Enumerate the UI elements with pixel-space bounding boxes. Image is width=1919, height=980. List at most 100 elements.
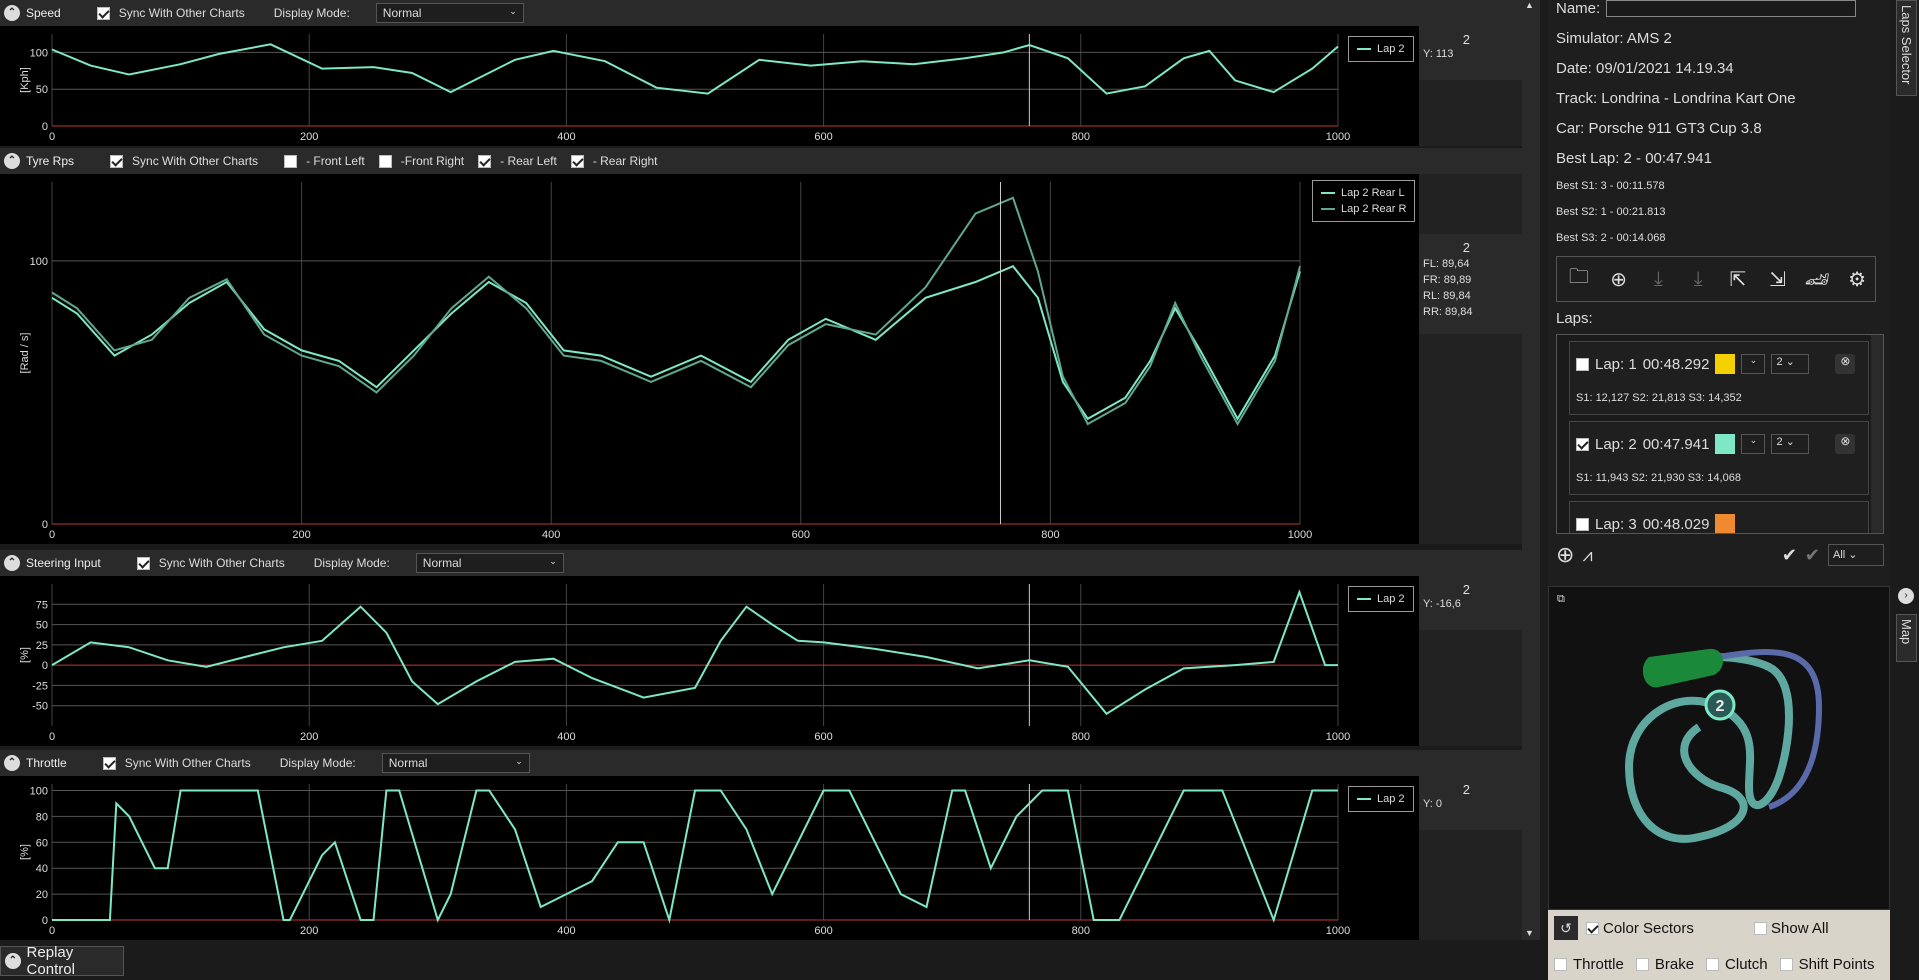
lap-checkbox[interactable] — [1576, 437, 1589, 451]
tyre-legend: Lap 2 Rear L Lap 2 Rear R — [1312, 180, 1416, 222]
export-icon[interactable]: ⇱ — [1720, 261, 1756, 297]
lap-color-swatch[interactable] — [1715, 514, 1736, 533]
car-position-label: 2 — [1716, 698, 1725, 715]
open-folder-icon[interactable]: 🗀 — [1561, 261, 1597, 297]
chevron-right-icon[interactable]: › — [1898, 588, 1914, 604]
lap-color-swatch[interactable] — [1715, 434, 1736, 454]
clutch-checkbox[interactable] — [1706, 958, 1720, 971]
tab-laps-selector[interactable]: Laps Selector — [1896, 0, 1917, 96]
show-all-checkbox[interactable] — [1754, 922, 1767, 935]
lap-card-3[interactable]: Lap: 3 00:48.029 — [1569, 501, 1869, 533]
side-tabs: Laps Selector › Map — [1894, 0, 1919, 980]
remove-lap-icon[interactable]: ⊗ — [1835, 354, 1856, 374]
download-search-icon[interactable]: ⤓ — [1680, 261, 1716, 297]
lap-card-2[interactable]: Lap: 2 00:47.941 ⌄ 2 ⌄ ⊗ S1: 11,943 S2: … — [1569, 421, 1869, 495]
chart-compare-icon[interactable]: ⩘ — [1582, 545, 1592, 566]
tyre-panel: ⌃ Tyre Rps Sync With Other Charts - Fron… — [0, 148, 1522, 544]
download-icon[interactable]: ⤓ — [1641, 261, 1677, 297]
side-number: 2 — [1462, 782, 1470, 797]
speed-chart[interactable]: 0 200 400 600 800 1000 0 50 100 [Kph] — [0, 26, 1419, 146]
tab-map[interactable]: Map — [1896, 614, 1917, 662]
import-folder-icon[interactable]: ⊕ — [1601, 261, 1637, 297]
map-view[interactable]: ⧉ 2 — [1548, 586, 1890, 910]
laps-scrollbar[interactable] — [1871, 335, 1883, 533]
throttle-side: 2 Y: 0 — [1419, 776, 1522, 830]
chevron-down-icon[interactable]: ⌄ — [1741, 434, 1766, 454]
shift-points-checkbox[interactable] — [1779, 958, 1793, 971]
sync-checkbox[interactable] — [102, 756, 116, 770]
chevron-down-icon: ⌄ — [549, 556, 557, 566]
lap-checkbox[interactable] — [1576, 517, 1589, 531]
lap-select[interactable]: 2 ⌄ — [1771, 354, 1810, 374]
replay-control-button[interactable]: ⌃ Replay Control — [0, 944, 124, 978]
check-all-icon[interactable]: ✔ — [1782, 545, 1797, 566]
front-left-checkbox[interactable] — [284, 154, 298, 168]
lap-time: 00:47.941 — [1642, 435, 1710, 453]
add-circle-icon[interactable]: ⊕ — [1556, 542, 1574, 568]
lap-color-swatch[interactable] — [1715, 354, 1736, 374]
collapse-chevron-icon[interactable]: ⌃ — [4, 555, 20, 571]
speed-side: 2 Y: 113 — [1419, 26, 1522, 80]
gear-icon[interactable]: ⚙ — [1839, 261, 1875, 297]
readout-fr: FR: 89,89 — [1423, 274, 1472, 286]
y-axis-label: [Kph] — [19, 67, 31, 93]
x-tick-label: 200 — [300, 925, 318, 937]
legend-swatch — [1357, 48, 1371, 50]
lap-checkbox[interactable] — [1576, 357, 1589, 371]
throttle-checkbox[interactable] — [1554, 958, 1567, 971]
filter-select[interactable]: All ⌄ — [1828, 544, 1884, 566]
main-scrollbar[interactable]: ▲ ▼ — [1522, 0, 1540, 940]
color-sectors-label: Color Sectors — [1603, 920, 1694, 937]
chart-title: Speed — [26, 6, 61, 20]
sync-checkbox[interactable] — [110, 154, 124, 168]
reset-view-icon[interactable]: ↺ — [1554, 916, 1578, 940]
display-mode-select[interactable]: Normal ⌄ — [415, 553, 564, 573]
scroll-down-icon[interactable]: ▼ — [1525, 928, 1534, 938]
collapse-chevron-icon[interactable]: ⌃ — [4, 5, 20, 21]
readout: Y: -16,6 — [1423, 598, 1461, 610]
lap-card-1[interactable]: Lap: 1 00:48.292 ⌄ 2 ⌄ ⊗ S1: 12,127 S2: … — [1569, 341, 1869, 415]
steer-chart[interactable]: 0 200 400 600 800 1000 -50 -25 0 25 50 75 [%] — [0, 576, 1419, 746]
rear-right-checkbox[interactable] — [570, 154, 584, 168]
y-tick-label: 60 — [36, 837, 48, 849]
chevron-down-icon[interactable]: ⌄ — [1741, 354, 1766, 374]
best-lap-info: Best Lap: 2 - 00:47.941 — [1556, 150, 1712, 167]
chart-title: Tyre Rps — [26, 154, 75, 168]
x-tick-label: 600 — [814, 731, 832, 743]
lap-select-value: 2 — [1776, 356, 1783, 368]
lap-select[interactable]: 2 ⌄ — [1771, 434, 1810, 454]
y-tick-label: 0 — [42, 121, 48, 133]
steer-panel: ⌃ Steering Input Sync With Other Charts … — [0, 550, 1522, 746]
front-right-label: -Front Right — [400, 154, 465, 168]
sync-label: Sync With Other Charts — [132, 154, 259, 168]
rear-left-checkbox[interactable] — [478, 154, 492, 168]
sync-checkbox[interactable] — [96, 6, 110, 20]
collapse-chevron-icon[interactable]: ⌃ — [4, 153, 20, 169]
remove-lap-icon[interactable]: ⊗ — [1835, 434, 1856, 454]
chart-title: Steering Input — [26, 556, 101, 570]
uncheck-all-icon[interactable]: ✔ — [1805, 545, 1820, 566]
steer-side: 2 Y: -16,6 — [1419, 576, 1522, 630]
y-tick-label: 0 — [42, 519, 48, 531]
chevron-down-icon: ⌄ — [509, 6, 517, 16]
scroll-up-icon[interactable]: ▲ — [1525, 0, 1534, 10]
front-right-checkbox[interactable] — [378, 154, 392, 168]
x-tick-label: 400 — [557, 131, 575, 143]
import-icon[interactable]: ⇲ — [1760, 261, 1796, 297]
x-tick-label: 800 — [1072, 731, 1090, 743]
display-mode-select[interactable]: Normal ⌄ — [381, 753, 530, 773]
sync-checkbox[interactable] — [136, 556, 150, 570]
y-tick-label: 50 — [36, 84, 48, 96]
display-mode-select[interactable]: Normal ⌄ — [375, 3, 524, 23]
color-sectors-checkbox[interactable] — [1586, 922, 1599, 935]
popout-icon[interactable]: ⧉ — [1557, 593, 1565, 606]
tyre-chart[interactable]: 0 200 400 600 800 1000 0 100 [Rad / s] — [0, 174, 1419, 544]
steer-header: ⌃ Steering Input Sync With Other Charts … — [0, 550, 1522, 576]
side-number: 2 — [1462, 32, 1470, 47]
car-icon[interactable]: 🏎 — [1800, 261, 1836, 297]
name-input[interactable] — [1606, 0, 1857, 17]
collapse-chevron-icon[interactable]: ⌃ — [4, 755, 20, 771]
brake-checkbox[interactable] — [1635, 958, 1649, 971]
series-line — [51, 264, 1301, 421]
throttle-chart[interactable]: 0 200 400 600 800 1000 0 20 40 60 80 100 [%] — [0, 776, 1419, 940]
